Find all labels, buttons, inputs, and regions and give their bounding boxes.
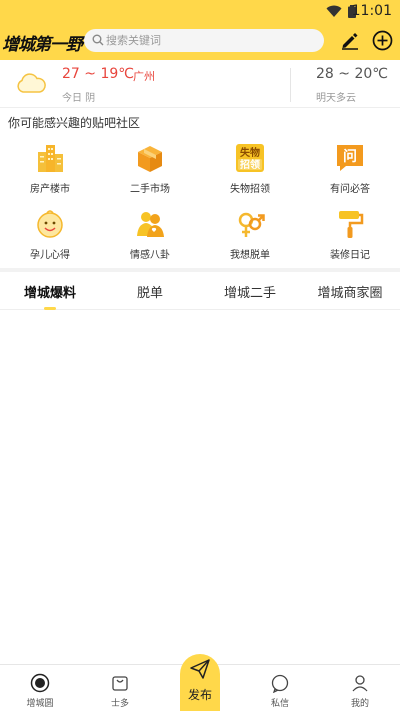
wifi-icon	[326, 5, 342, 17]
gender-icon	[238, 212, 265, 237]
community-item-qa[interactable]: 问 有问必答	[300, 140, 400, 202]
publish-button[interactable]: 发布	[180, 654, 220, 711]
lost-found-badge-line2: 招领	[240, 158, 260, 171]
question-icon: 问	[337, 145, 363, 171]
nav-item-home[interactable]: 增城圆	[0, 665, 80, 711]
community-item-parenting[interactable]: 孕儿心得	[0, 206, 100, 268]
search-input[interactable]	[106, 31, 316, 50]
app-logo: 增城第一野	[2, 35, 83, 55]
nav-item-shop[interactable]: 士多	[80, 665, 160, 711]
community-label: 情感八卦	[130, 250, 170, 261]
active-tab-indicator	[44, 307, 56, 310]
baby-icon	[37, 210, 63, 238]
tab-zengcheng-news[interactable]: 增城爆料	[0, 282, 100, 301]
nav-label: 我的	[350, 699, 369, 709]
cloud-icon	[17, 73, 46, 93]
community-item-gossip[interactable]: 情感八卦	[100, 206, 200, 268]
nav-label: 士多	[110, 699, 129, 709]
search-icon	[92, 34, 104, 46]
community-label: 我想脱单	[230, 250, 270, 261]
status-bar: 11:01	[0, 0, 400, 24]
community-item-decoration[interactable]: 装修日记	[300, 206, 400, 268]
paint-roller-icon	[339, 211, 364, 238]
tomorrow-temperature: 28 ~ 20℃	[316, 66, 388, 82]
feed-content[interactable]	[0, 311, 400, 662]
lost-found-badge-line1: 失物	[240, 146, 260, 159]
feed-tabs: 增城爆料 脱单 增城二手 增城商家圈	[0, 272, 400, 310]
couple-icon	[137, 212, 164, 237]
community-label: 失物招领	[230, 184, 270, 195]
community-label: 孕儿心得	[30, 250, 70, 261]
box-icon	[138, 146, 162, 172]
add-circle-icon[interactable]	[372, 30, 393, 51]
weather-divider	[290, 68, 291, 102]
paper-plane-icon	[190, 659, 210, 679]
weather-panel[interactable]: 27 ~ 19℃ 广州 今日 阴 28 ~ 20℃ 明天多云	[0, 60, 400, 108]
profile-icon	[352, 675, 368, 692]
lost-found-icon: 失物 招领	[236, 144, 264, 172]
community-label: 装修日记	[330, 250, 370, 261]
tomorrow-weather-label: 明天多云	[316, 93, 356, 104]
community-item-lost-found[interactable]: 失物 招领 失物招领	[200, 140, 300, 202]
nav-label: 增城圆	[26, 699, 54, 709]
message-icon	[271, 674, 289, 693]
qa-badge: 问	[343, 148, 357, 165]
tab-merchants[interactable]: 增城商家圈	[300, 282, 400, 301]
shop-bag-icon	[112, 676, 128, 691]
edit-pen-icon[interactable]	[340, 30, 360, 50]
community-label: 房产楼市	[30, 184, 70, 195]
community-label: 二手市场	[130, 184, 170, 195]
tab-second-hand[interactable]: 增城二手	[200, 282, 300, 301]
community-item-dating[interactable]: 我想脱单	[200, 206, 300, 268]
nav-item-messages[interactable]: 私信	[240, 665, 320, 711]
community-section-title: 你可能感兴趣的贴吧社区	[8, 116, 141, 130]
nav-label: 私信	[270, 699, 289, 709]
top-bar: 增城第一野	[0, 24, 400, 60]
tab-dating[interactable]: 脱单	[100, 282, 200, 301]
city-name: 广州	[133, 70, 155, 83]
community-grid: 房产楼市 二手市场 失物 招领 失物招领 问 有问必答 孕儿心得 情感八卦 我想…	[0, 140, 400, 266]
today-weather-label: 今日 阴	[62, 93, 96, 104]
community-label: 有问必答	[330, 184, 370, 195]
community-item-second-hand[interactable]: 二手市场	[100, 140, 200, 202]
community-item-real-estate[interactable]: 房产楼市	[0, 140, 100, 202]
home-circle-icon	[30, 673, 50, 693]
search-box[interactable]	[84, 29, 324, 52]
buildings-icon	[38, 145, 63, 172]
status-time: 11:01	[351, 3, 392, 19]
nav-item-profile[interactable]: 我的	[320, 665, 400, 711]
today-temperature: 27 ~ 19℃	[62, 66, 134, 82]
publish-label: 发布	[187, 688, 212, 702]
